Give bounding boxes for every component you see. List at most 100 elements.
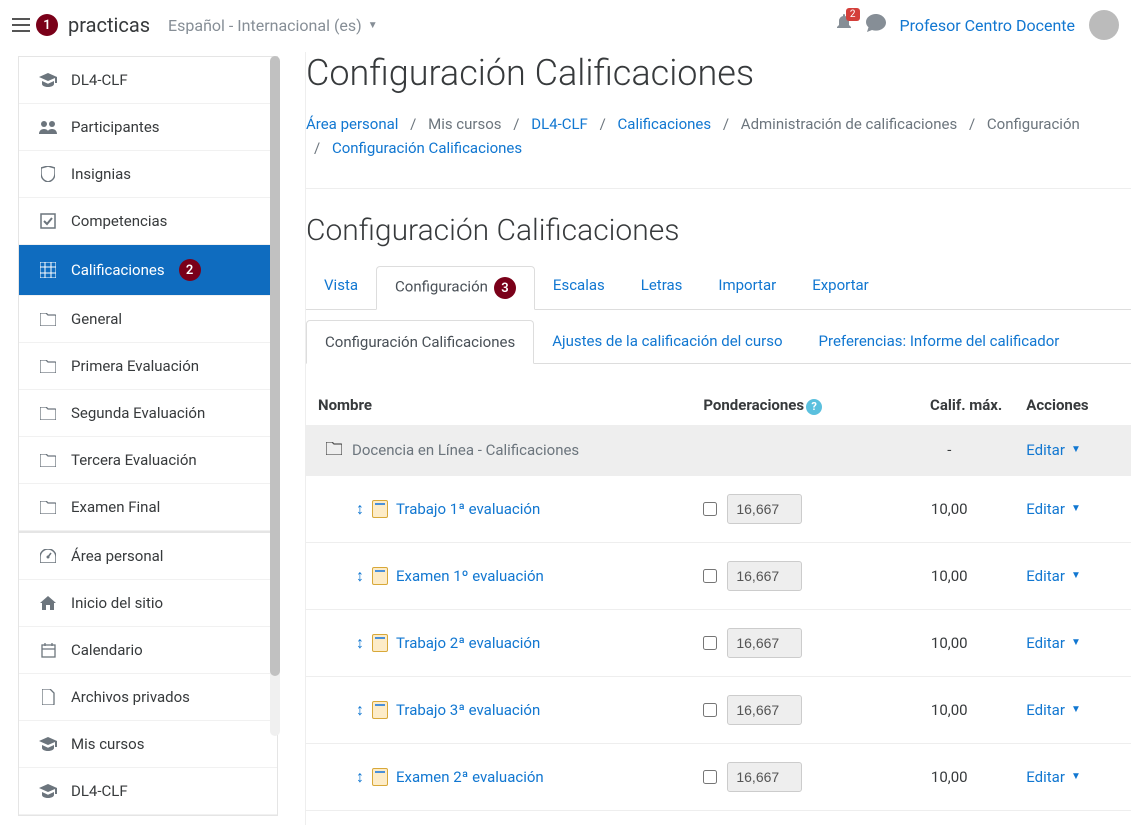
sidebar-item-inicio-del-sitio[interactable]: Inicio del sitio	[19, 580, 277, 627]
sidebar-item-calificaciones[interactable]: Calificaciones2	[19, 245, 277, 296]
weight-input[interactable]	[727, 494, 802, 524]
weight-override-checkbox[interactable]	[703, 502, 717, 516]
edit-category-link[interactable]: Editar ▼	[1026, 441, 1081, 459]
subtab-0[interactable]: Configuración Calificaciones	[306, 320, 534, 364]
tab-exportar[interactable]: Exportar	[794, 266, 887, 309]
max-grade: 10,00	[884, 676, 1014, 743]
sidebar-item-label: Archivos privados	[71, 688, 190, 706]
sidebar-item-archivos-privados[interactable]: Archivos privados	[19, 674, 277, 721]
notifications-icon[interactable]: 2	[836, 14, 852, 37]
edit-item-link[interactable]: Editar ▼	[1026, 500, 1081, 518]
breadcrumb-current[interactable]: Configuración Calificaciones	[332, 139, 522, 157]
breadcrumb-admin: Administración de calificaciones	[741, 115, 957, 133]
grade-item-link[interactable]: Trabajo 2ª evaluación	[396, 634, 540, 652]
tab-vista[interactable]: Vista	[306, 266, 376, 309]
tab-label: Letras	[641, 276, 683, 294]
sidebar-item-calendario[interactable]: Calendario	[19, 627, 277, 674]
file-icon	[39, 689, 57, 705]
site-brand[interactable]: practicas	[68, 13, 150, 37]
grade-item: ↕ Trabajo 3ª evaluación	[318, 700, 679, 720]
sidebar-item-dl4-clf[interactable]: DL4-CLF	[19, 768, 277, 815]
grade-item: ↕ Trabajo 1ª evaluación	[318, 499, 679, 519]
sidebar-scrollbar[interactable]	[270, 56, 280, 736]
grade-item-link[interactable]: Trabajo 1ª evaluación	[396, 500, 540, 518]
breadcrumb-area-personal[interactable]: Área personal	[306, 115, 398, 133]
max-grade: 10,00	[884, 743, 1014, 810]
assignment-icon	[372, 567, 388, 585]
sidebar-item-participantes[interactable]: Participantes	[19, 104, 277, 151]
sidebar-item-área-personal[interactable]: Área personal	[19, 531, 277, 580]
caret-down-icon: ▼	[1071, 771, 1081, 782]
calendar-icon	[39, 643, 57, 658]
sidebar-item-label: Segunda Evaluación	[71, 404, 205, 422]
max-grade: 10,00	[884, 810, 1014, 825]
weight-override-checkbox[interactable]	[703, 770, 717, 784]
folder-icon	[39, 313, 57, 326]
help-icon[interactable]: ?	[806, 399, 822, 415]
edit-item-link[interactable]: Editar ▼	[1026, 701, 1081, 719]
check-square-icon	[39, 213, 57, 229]
sidebar-item-mis-cursos[interactable]: Mis cursos	[19, 721, 277, 768]
user-avatar[interactable]	[1089, 10, 1119, 40]
caret-down-icon: ▼	[1071, 570, 1081, 581]
weight-input[interactable]	[727, 695, 802, 725]
grade-item-link[interactable]: Trabajo 3ª evaluación	[396, 701, 540, 719]
move-icon[interactable]: ↕	[356, 700, 364, 720]
sidebar-item-general[interactable]: General	[19, 296, 277, 343]
max-grade: 10,00	[884, 542, 1014, 609]
caret-down-icon: ▼	[1071, 503, 1081, 514]
folder-icon	[39, 360, 57, 373]
weight-input[interactable]	[727, 561, 802, 591]
edit-item-link[interactable]: Editar ▼	[1026, 567, 1081, 585]
move-icon[interactable]: ↕	[356, 767, 364, 787]
tab-importar[interactable]: Importar	[700, 266, 794, 309]
sidebar-item-label: Insignias	[71, 165, 131, 183]
grade-item: ↕ Trabajo 2ª evaluación	[318, 633, 679, 653]
weight-input[interactable]	[727, 762, 802, 792]
page-title: Configuración Calificaciones	[306, 52, 1131, 94]
messages-icon[interactable]	[866, 14, 886, 37]
max-grade: 10,00	[884, 609, 1014, 676]
users-icon	[39, 120, 57, 134]
grade-item-link[interactable]: Examen 1º evaluación	[396, 567, 544, 585]
breadcrumb-config: Configuración	[987, 115, 1080, 133]
weight-override-checkbox[interactable]	[703, 703, 717, 717]
sidebar-item-label: Tercera Evaluación	[71, 451, 197, 469]
move-icon[interactable]: ↕	[356, 499, 364, 519]
subtab-1[interactable]: Ajustes de la calificación del curso	[534, 320, 800, 363]
weight-input[interactable]	[727, 628, 802, 658]
category-grade: -	[884, 425, 1014, 476]
user-menu[interactable]: Profesor Centro Docente	[900, 16, 1075, 35]
sidebar-item-competencias[interactable]: Competencias	[19, 198, 277, 245]
sidebar-item-examen-final[interactable]: Examen Final	[19, 484, 277, 531]
move-icon[interactable]: ↕	[356, 633, 364, 653]
sidebar-item-dl4-clf[interactable]: DL4-CLF	[19, 57, 277, 104]
section-title: Configuración Calificaciones	[306, 213, 1131, 248]
tab-escalas[interactable]: Escalas	[535, 266, 623, 309]
sidebar-item-primera-evaluación[interactable]: Primera Evaluación	[19, 343, 277, 390]
edit-item-link[interactable]: Editar ▼	[1026, 768, 1081, 786]
weight-override-checkbox[interactable]	[703, 569, 717, 583]
caret-down-icon: ▼	[1071, 444, 1081, 455]
primary-tabs: VistaConfiguración3Escalas Letras Importar…	[306, 266, 1131, 310]
tab-letras[interactable]: Letras	[623, 266, 701, 309]
language-selector[interactable]: Español - Internacional (es) ▼	[168, 16, 378, 35]
caret-down-icon: ▼	[368, 20, 378, 31]
sidebar-item-segunda-evaluación[interactable]: Segunda Evaluación	[19, 390, 277, 437]
subtab-2[interactable]: Preferencias: Informe del calificador	[801, 320, 1078, 363]
hamburger-menu-icon[interactable]	[12, 18, 30, 32]
breadcrumb-course[interactable]: DL4-CLF	[531, 115, 588, 133]
grade-item-link[interactable]: Examen 2ª evaluación	[396, 768, 544, 786]
folder-icon	[39, 501, 57, 514]
sidebar-item-label: Calificaciones	[71, 261, 165, 279]
sidebar-item-insignias[interactable]: Insignias	[19, 151, 277, 198]
shield-icon	[39, 166, 57, 182]
tab-configuración[interactable]: Configuración3	[376, 266, 535, 310]
sidebar-item-label: Competencias	[71, 212, 167, 230]
weight-override-checkbox[interactable]	[703, 636, 717, 650]
edit-item-link[interactable]: Editar ▼	[1026, 634, 1081, 652]
course-sidebar: DL4-CLFParticipantesInsigniasCompetencia…	[18, 56, 278, 816]
breadcrumb-calificaciones[interactable]: Calificaciones	[618, 115, 712, 133]
sidebar-item-tercera-evaluación[interactable]: Tercera Evaluación	[19, 437, 277, 484]
move-icon[interactable]: ↕	[356, 566, 364, 586]
